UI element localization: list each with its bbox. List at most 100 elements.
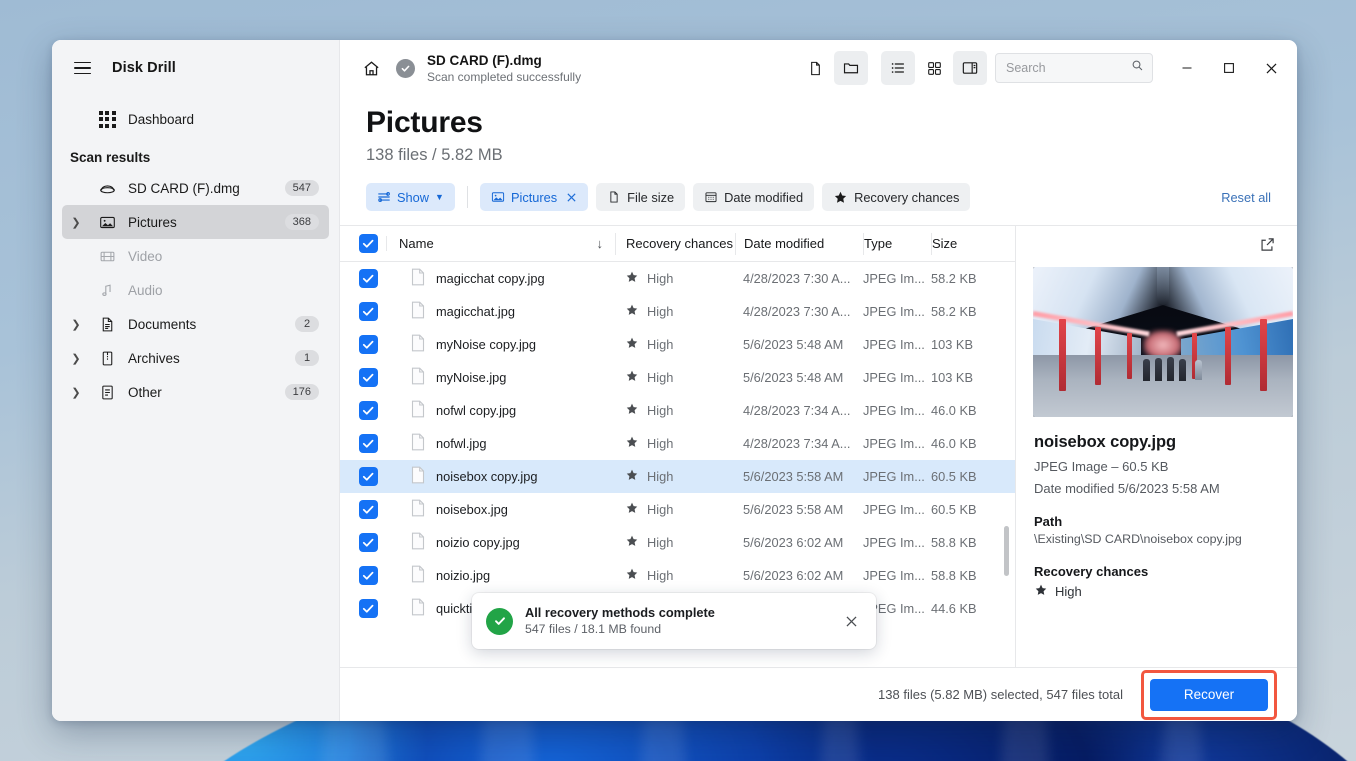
sidebar-item-label: Documents	[128, 316, 197, 332]
file-list-pane: Name ↓ Recovery chances Date modified Ty…	[340, 226, 1015, 667]
row-checkbox[interactable]	[350, 533, 386, 552]
sidebar-item-pictures[interactable]: ❯ Pictures 368	[62, 205, 329, 239]
table-row[interactable]: nofwl.jpg High 4/28/2023 7:34 A... JPEG Im.…	[340, 427, 1015, 460]
sidebar-item-other[interactable]: ❯ Other 176	[62, 375, 329, 409]
file-icon	[410, 367, 426, 388]
home-icon[interactable]	[354, 51, 388, 85]
star-icon	[625, 534, 639, 551]
maximize-button[interactable]	[1209, 46, 1249, 90]
file-icon	[410, 334, 426, 355]
select-all-checkbox[interactable]	[350, 234, 386, 253]
row-size: 58.8 KB	[931, 568, 977, 583]
file-view-icon[interactable]	[798, 51, 832, 85]
table-row[interactable]: noisebox.jpg High 5/6/2023 5:58 AM JPEG Im.…	[340, 493, 1015, 526]
titlebar-title: SD CARD (F).dmg	[427, 52, 542, 68]
file-icon	[410, 433, 426, 454]
table-row[interactable]: myNoise copy.jpg High 5/6/2023 5:48 AM JPEG…	[340, 328, 1015, 361]
table-row[interactable]: nofwl copy.jpg High 4/28/2023 7:34 A... JPE…	[340, 394, 1015, 427]
recover-button[interactable]: Recover	[1150, 678, 1268, 711]
filter-chip-date-modified[interactable]: Date modified	[693, 183, 815, 211]
file-icon	[410, 400, 426, 421]
preview-pane: noisebox copy.jpg JPEG Image – 60.5 KB D…	[1015, 226, 1297, 667]
row-recovery-value: High	[647, 469, 674, 484]
chevron-right-icon[interactable]: ❯	[68, 375, 84, 409]
close-icon[interactable]	[566, 192, 577, 203]
row-checkbox[interactable]	[350, 434, 386, 453]
close-button[interactable]	[1251, 46, 1291, 90]
sidebar-item-audio: Audio	[62, 273, 329, 307]
grid-view-icon[interactable]	[917, 51, 951, 85]
minimize-button[interactable]	[1167, 46, 1207, 90]
column-header-date-modified[interactable]: Date modified	[735, 232, 863, 255]
disk-drill-window: Disk Drill Dashboard Scan results SD CAR…	[52, 40, 1297, 721]
row-checkbox[interactable]	[350, 269, 386, 288]
list-view-icon[interactable]	[881, 51, 915, 85]
open-external-icon[interactable]	[1255, 232, 1279, 256]
toast-close-icon[interactable]	[838, 608, 864, 634]
column-header-size[interactable]: Size	[931, 232, 1015, 255]
footer-bar: 138 files (5.82 MB) selected, 547 files …	[340, 667, 1297, 721]
table-row[interactable]: myNoise.jpg High 5/6/2023 5:48 AM JPEG Im..…	[340, 361, 1015, 394]
row-filename: noizio.jpg	[436, 568, 491, 583]
row-recovery-cell: High	[615, 468, 735, 485]
image-icon	[96, 211, 118, 233]
sidebar-item-archives[interactable]: ❯ Archives 1	[62, 341, 329, 375]
row-checkbox[interactable]	[350, 335, 386, 354]
sidebar-item-label: Other	[128, 384, 162, 400]
search-input[interactable]	[1006, 61, 1131, 75]
vertical-scrollbar-thumb[interactable]	[1004, 526, 1009, 576]
filter-chip-pictures[interactable]: Pictures	[479, 183, 589, 211]
sidebar-item-sd-card[interactable]: SD CARD (F).dmg 547	[62, 171, 329, 205]
file-icon	[410, 268, 426, 289]
filter-chip-file-size[interactable]: File size	[596, 183, 686, 211]
chevron-right-icon[interactable]: ❯	[68, 307, 84, 341]
row-checkbox[interactable]	[350, 467, 386, 486]
chevron-right-icon[interactable]: ❯	[68, 205, 84, 239]
row-checkbox[interactable]	[350, 401, 386, 420]
row-recovery-cell: High	[615, 501, 735, 518]
row-date: 5/6/2023 5:48 AM	[743, 370, 844, 385]
panel-view-icon[interactable]	[953, 51, 987, 85]
show-filter-label: Show	[397, 189, 430, 205]
page-title: Pictures	[366, 106, 483, 139]
row-date: 4/28/2023 7:30 A...	[743, 304, 851, 319]
table-header: Name ↓ Recovery chances Date modified Ty…	[340, 226, 1015, 262]
row-checkbox[interactable]	[350, 566, 386, 585]
row-date: 5/6/2023 6:02 AM	[743, 568, 844, 583]
filter-chip-recovery-chances[interactable]: Recovery chances	[822, 183, 971, 211]
row-filename: noisebox copy.jpg	[436, 469, 538, 484]
row-type: JPEG Im...	[863, 304, 925, 319]
sidebar-item-documents[interactable]: ❯ Documents 2	[62, 307, 329, 341]
row-date: 4/28/2023 7:30 A...	[743, 271, 851, 286]
table-row[interactable]: noizio.jpg High 5/6/2023 6:02 AM JPEG Im...…	[340, 559, 1015, 592]
table-row[interactable]: magicchat copy.jpg High 4/28/2023 7:30 A..…	[340, 262, 1015, 295]
row-type: JPEG Im...	[863, 502, 925, 517]
star-icon	[833, 190, 848, 205]
row-checkbox[interactable]	[350, 500, 386, 519]
row-checkbox[interactable]	[350, 599, 386, 618]
column-header-type[interactable]: Type	[863, 232, 931, 255]
row-size: 46.0 KB	[931, 436, 977, 451]
sliders-icon	[377, 190, 391, 204]
show-filter-button[interactable]: Show ▼	[366, 183, 455, 211]
sidebar-item-badge: 547	[284, 180, 319, 196]
row-recovery-cell: High	[615, 336, 735, 353]
table-row[interactable]: noizio copy.jpg High 5/6/2023 6:02 AM JPEG …	[340, 526, 1015, 559]
chevron-right-icon[interactable]: ❯	[68, 341, 84, 375]
folder-view-icon[interactable]	[834, 51, 868, 85]
hamburger-icon[interactable]	[68, 54, 96, 82]
row-size: 58.2 KB	[931, 304, 977, 319]
sidebar-item-dashboard[interactable]: Dashboard	[62, 102, 329, 136]
row-type: JPEG Im...	[863, 436, 925, 451]
row-type: JPEG Im...	[863, 370, 925, 385]
table-row[interactable]: noisebox copy.jpg High 5/6/2023 5:58 AM JPE…	[340, 460, 1015, 493]
row-filename: myNoise copy.jpg	[436, 337, 537, 352]
file-icon	[410, 598, 426, 619]
search-box[interactable]	[995, 53, 1153, 83]
column-header-recovery-chances[interactable]: Recovery chances	[615, 232, 735, 255]
column-header-name[interactable]: Name ↓	[386, 236, 615, 251]
reset-all-link[interactable]: Reset all	[1221, 190, 1279, 205]
row-checkbox[interactable]	[350, 368, 386, 387]
row-checkbox[interactable]	[350, 302, 386, 321]
table-row[interactable]: magicchat.jpg High 4/28/2023 7:30 A... JPEG…	[340, 295, 1015, 328]
